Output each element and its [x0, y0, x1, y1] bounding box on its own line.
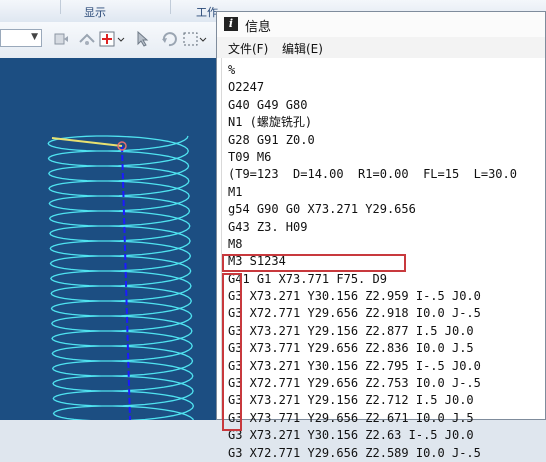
chevron-down-icon[interactable]: ▼: [31, 32, 38, 42]
graphics-viewport[interactable]: [0, 58, 216, 420]
helix-path: [47, 135, 195, 420]
ribbon-tab-display[interactable]: 显示: [84, 4, 106, 20]
nc-code-text[interactable]: % O2247 G40 G49 G80 N1 (螺旋铣孔) G28 G91 Z0.0 T0…: [217, 58, 545, 460]
code-line: G40 G49 G80: [228, 97, 308, 112]
dialog-title: 信息: [245, 20, 272, 35]
lead-in-line: [51, 137, 123, 147]
code-line: G3 X73.271 Y30.156 Z2.959 I-.5 J0.0: [228, 289, 481, 304]
code-line: G3 X73.271 Y29.156 Z2.877 I.5 J0.0: [228, 323, 474, 338]
code-line: G3 X73.271 Y29.156 Z2.712 I.5 J0.0: [228, 393, 474, 408]
code-line: M8: [228, 236, 243, 251]
menu-edit[interactable]: 编辑(E): [282, 40, 323, 57]
helix-toolpath: [47, 135, 195, 420]
code-line: G41 G1 X73.771 F75. D9: [228, 271, 387, 286]
menu-file[interactable]: 文件(F): [228, 40, 268, 57]
code-line: (T9=123 D=14.00 R1=0.00 FL=15 L=30.0: [228, 167, 517, 182]
code-line: %: [228, 63, 236, 77]
snap-point-icon[interactable]: [98, 30, 116, 48]
dialog-menubar: 文件(F) 编辑(E): [217, 37, 545, 59]
code-line: G3 X72.771 Y29.656 Z2.918 I0.0 J-.5: [228, 306, 481, 321]
rotate-icon[interactable]: [160, 30, 178, 48]
code-line: G3 X72.771 Y29.656 Z2.753 I0.0 J-.5: [228, 376, 481, 391]
cursor-select-icon[interactable]: [134, 30, 152, 48]
transform-icon[interactable]: [78, 30, 96, 48]
code-line: G3 X72.771 Y29.656 Z2.589 I0.0 J-.5: [228, 445, 481, 460]
dialog-titlebar[interactable]: i 信息: [217, 12, 545, 38]
code-line: G3 X73.771 Y29.656 Z2.671 I0.0 J.5: [228, 410, 474, 425]
info-dialog: i 信息 文件(F) 编辑(E) % O2247 G40 G49 G80 N1 (螺旋…: [216, 11, 546, 460]
ribbon-divider: [60, 0, 61, 14]
code-line: G3 X73.271 Y30.156 Z2.795 I-.5 J0.0: [228, 358, 481, 373]
code-line: G3 X73.771 Y29.656 Z2.836 I0.0 J.5: [228, 341, 474, 356]
ribbon-tab-work[interactable]: 工作: [196, 4, 218, 20]
code-line: O2247: [228, 80, 265, 95]
ribbon-divider: [170, 0, 171, 14]
toolbar-combo[interactable]: ▼: [0, 29, 42, 47]
info-icon: i: [224, 17, 238, 31]
code-line: N1 (螺旋铣孔): [228, 115, 313, 130]
center-axis-line: [121, 145, 131, 420]
chevron-down-icon[interactable]: [198, 30, 208, 48]
code-line: G3 X73.271 Y30.156 Z2.63 I-.5 J0.0: [228, 428, 474, 443]
code-line: G28 G91 Z0.0: [228, 132, 315, 147]
move-icon[interactable]: [52, 30, 70, 48]
code-line: T09 M6: [228, 149, 272, 164]
code-line: G43 Z3. H09: [228, 219, 308, 234]
code-line: M1: [228, 184, 243, 199]
highlight-box-g41-line: [222, 254, 406, 272]
code-line: g54 G90 G0 X73.271 Y29.656: [228, 202, 416, 217]
highlight-box-g3-column: [222, 273, 242, 431]
chevron-down-icon[interactable]: [116, 30, 126, 48]
